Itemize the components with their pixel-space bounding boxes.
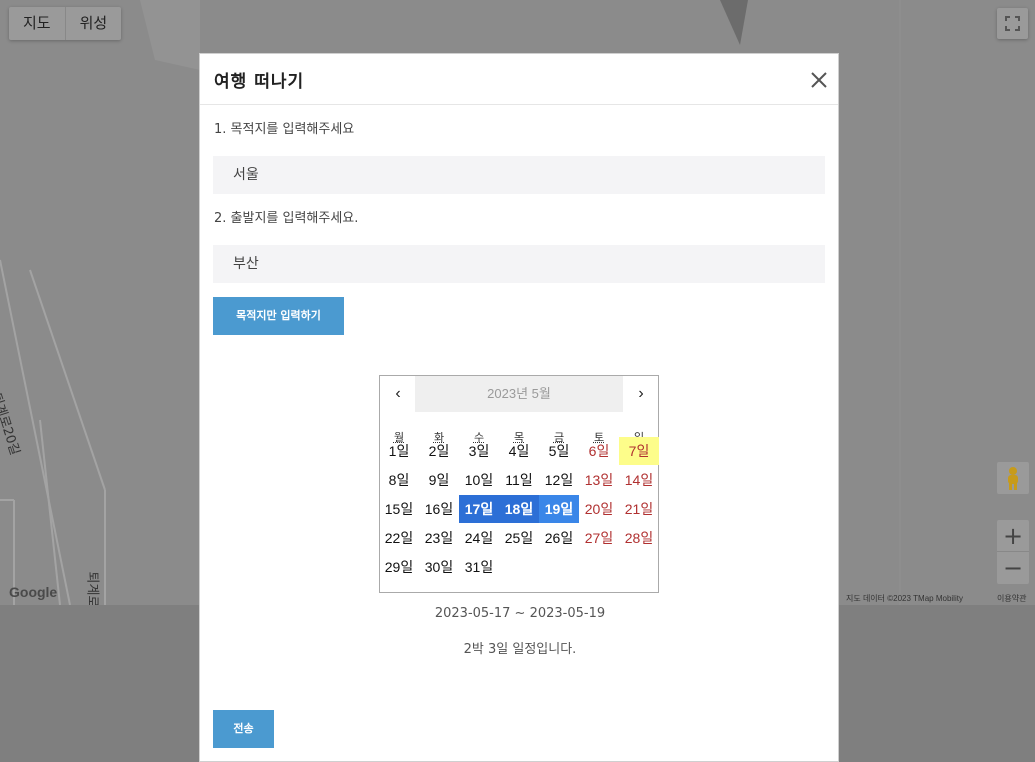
- calendar-day[interactable]: 22일: [379, 524, 419, 552]
- terms-link[interactable]: 이용약관: [997, 593, 1026, 604]
- calendar-day[interactable]: 20일: [579, 495, 619, 523]
- calendar-day[interactable]: 2일: [419, 437, 459, 465]
- map-type-satellite[interactable]: 위성: [66, 7, 122, 40]
- calendar-day[interactable]: 23일: [419, 524, 459, 552]
- calendar-day[interactable]: 25일: [499, 524, 539, 552]
- calendar-day[interactable]: 11일: [499, 466, 539, 494]
- calendar-month-label: 2023년 5월: [415, 376, 623, 412]
- calendar-day[interactable]: 18일: [499, 495, 539, 523]
- origin-input[interactable]: 부산: [213, 245, 825, 283]
- calendar-day[interactable]: 12일: [539, 466, 579, 494]
- map-type-roadmap[interactable]: 지도: [9, 7, 66, 40]
- modal-header: 여행 떠나기: [200, 54, 838, 105]
- fullscreen-icon: [1005, 16, 1020, 31]
- calendar-day[interactable]: 5일: [539, 437, 579, 465]
- selected-date-range: 2023-05-17 ~ 2023-05-19: [434, 606, 606, 621]
- date-picker: ‹ 2023년 5월 › 월화수목금토일1일2일3일4일5일6일7일8일9일10…: [379, 375, 659, 593]
- calendar-day[interactable]: 14일: [619, 466, 659, 494]
- calendar-day[interactable]: 30일: [419, 553, 459, 581]
- trip-duration: 2박 3일 일정입니다.: [463, 642, 577, 657]
- calendar-day[interactable]: 16일: [419, 495, 459, 523]
- submit-button[interactable]: 전송: [213, 710, 274, 748]
- calendar-day[interactable]: 21일: [619, 495, 659, 523]
- modal-title: 여행 떠나기: [214, 72, 305, 92]
- zoom-out-button[interactable]: −: [997, 552, 1029, 584]
- calendar-day[interactable]: 1일: [379, 437, 419, 465]
- calendar-day[interactable]: 29일: [379, 553, 419, 581]
- calendar-day[interactable]: 10일: [459, 466, 499, 494]
- calendar-day[interactable]: 19일: [539, 495, 579, 523]
- calendar-day[interactable]: 27일: [579, 524, 619, 552]
- calendar-day[interactable]: 17일: [459, 495, 499, 523]
- trip-modal: 여행 떠나기 1. 목적지를 입력해주세요 서울 2. 출발지를 입력해주세요.…: [199, 53, 839, 762]
- calendar-day[interactable]: 13일: [579, 466, 619, 494]
- street-view-button[interactable]: [997, 462, 1029, 494]
- origin-label: 2. 출발지를 입력해주세요.: [214, 211, 359, 226]
- google-logo: Google: [9, 584, 58, 600]
- calendar-day[interactable]: 7일: [619, 437, 659, 465]
- calendar-day[interactable]: 15일: [379, 495, 419, 523]
- calendar-day[interactable]: 24일: [459, 524, 499, 552]
- pegman-icon: [1008, 467, 1018, 490]
- calendar-day[interactable]: 8일: [379, 466, 419, 494]
- calendar-day[interactable]: 6일: [579, 437, 619, 465]
- zoom-control: + −: [997, 520, 1029, 584]
- calendar-day[interactable]: 9일: [419, 466, 459, 494]
- zoom-in-button[interactable]: +: [997, 520, 1029, 552]
- destination-label: 1. 목적지를 입력해주세요: [214, 122, 355, 137]
- calendar-day[interactable]: 26일: [539, 524, 579, 552]
- calendar-day[interactable]: 4일: [499, 437, 539, 465]
- fullscreen-button[interactable]: [997, 8, 1028, 39]
- close-icon[interactable]: [810, 71, 828, 89]
- map-type-control: 지도 위성: [9, 7, 122, 40]
- calendar-day[interactable]: 28일: [619, 524, 659, 552]
- road-label: 퇴계로: [84, 571, 100, 605]
- calendar-day[interactable]: 31일: [459, 553, 499, 581]
- prev-month-button[interactable]: ‹: [380, 376, 416, 412]
- map-attribution: 지도 데이터 ©2023 TMap Mobility: [846, 594, 963, 603]
- calendar-day[interactable]: 3일: [459, 437, 499, 465]
- destination-only-button[interactable]: 목적지만 입력하기: [213, 297, 344, 335]
- next-month-button[interactable]: ›: [623, 376, 659, 412]
- destination-input[interactable]: 서울: [213, 156, 825, 194]
